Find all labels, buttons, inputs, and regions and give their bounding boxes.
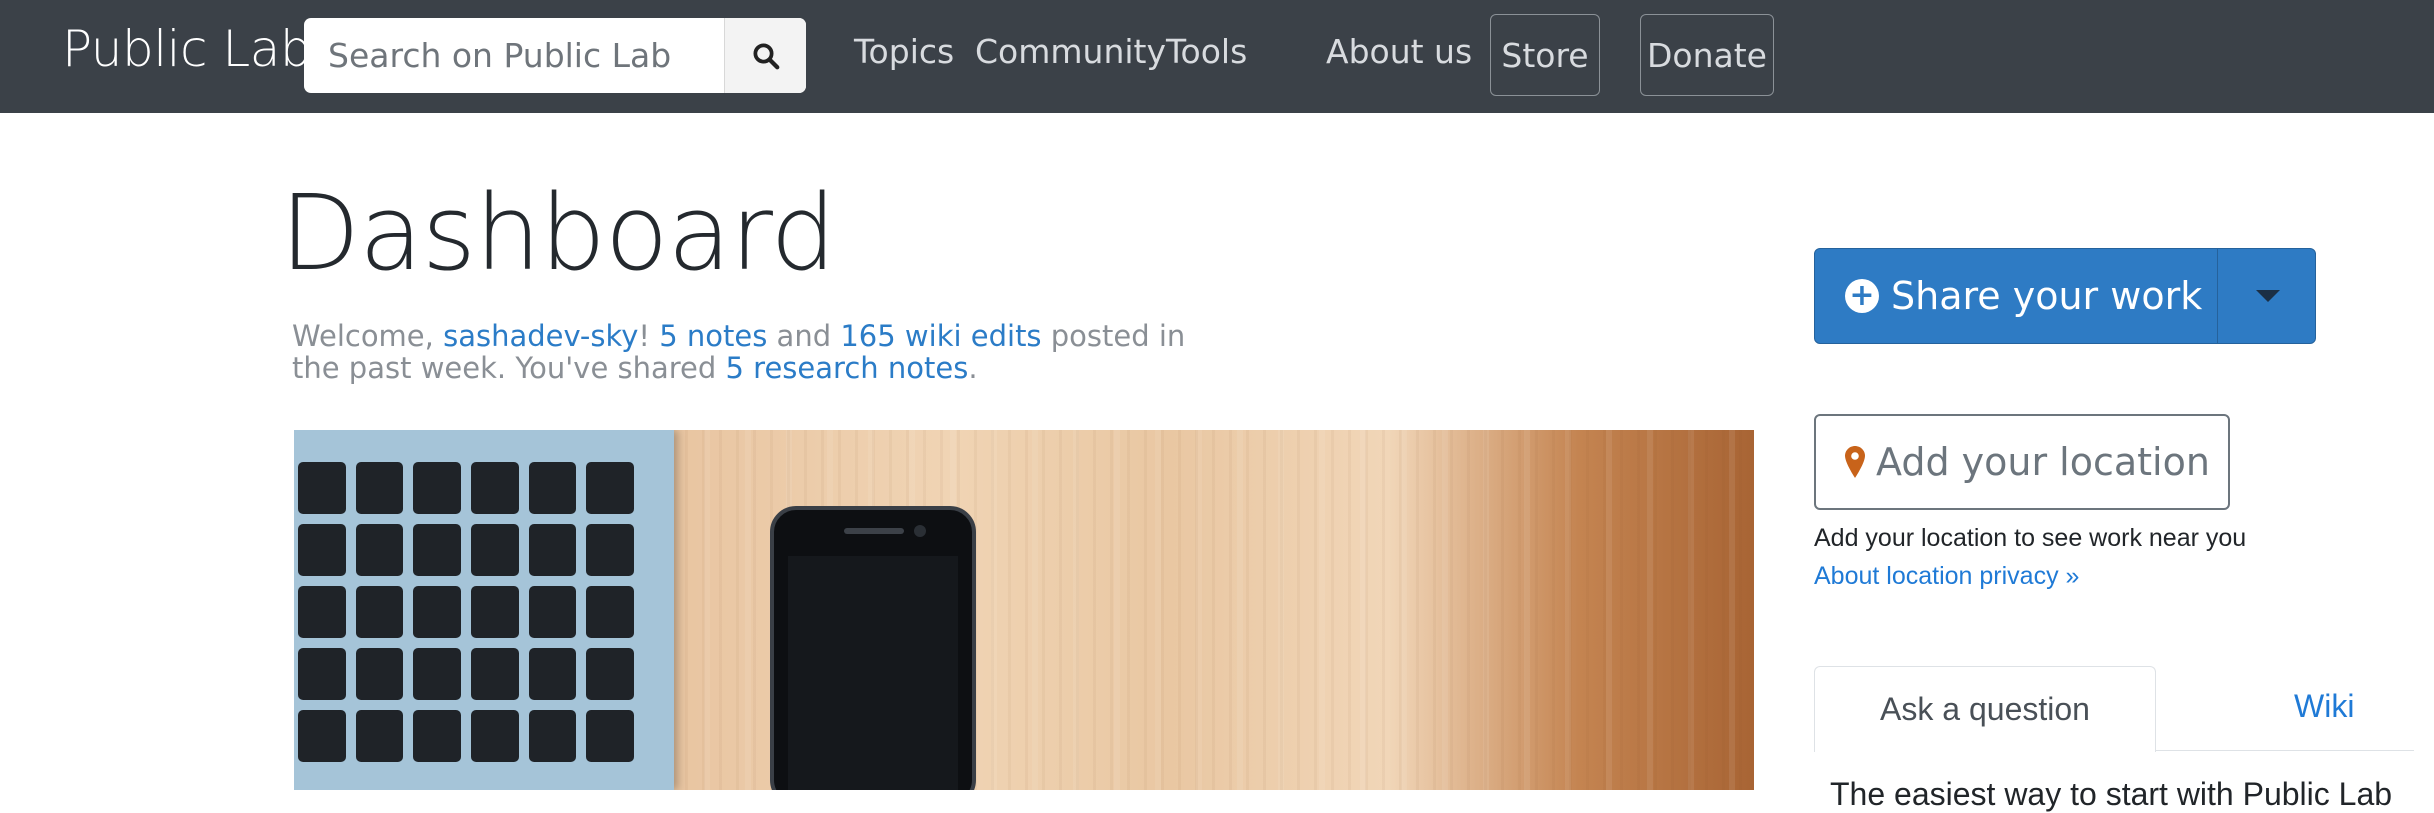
nav-link-tools[interactable]: Tools bbox=[1166, 32, 1247, 71]
search-icon bbox=[753, 43, 780, 69]
map-marker-icon bbox=[1845, 446, 1865, 478]
page-title: Dashboard bbox=[280, 172, 836, 294]
wiki-edits-link[interactable]: 165 wiki edits bbox=[840, 319, 1041, 353]
search-input[interactable] bbox=[304, 18, 724, 93]
tab-content-text: The easiest way to start with Public Lab bbox=[1830, 776, 2393, 812]
add-location-label: Add your location bbox=[1876, 440, 2210, 484]
nav-link-community[interactable]: Community bbox=[975, 32, 1166, 71]
share-dropdown-toggle[interactable] bbox=[2217, 249, 2315, 343]
location-privacy-link[interactable]: About location privacy » bbox=[1814, 562, 2079, 591]
share-work-button-group: + Share your work bbox=[1814, 248, 2316, 344]
share-work-label: Share your work bbox=[1891, 274, 2203, 318]
hero-image bbox=[294, 430, 1754, 790]
phone-illustration bbox=[770, 506, 976, 790]
store-button[interactable]: Store bbox=[1490, 14, 1600, 96]
donate-button[interactable]: Donate bbox=[1640, 14, 1774, 96]
welcome-message: Welcome, sashadev-sky! 5 notes and 165 w… bbox=[292, 320, 1232, 384]
brand-logo[interactable]: Public Lab bbox=[62, 20, 312, 78]
welcome-end: . bbox=[968, 351, 978, 385]
tab-ask-question[interactable]: Ask a question bbox=[1814, 666, 2156, 752]
nav-link-topics[interactable]: Topics bbox=[854, 32, 954, 71]
tab-wiki[interactable]: Wiki bbox=[2294, 688, 2354, 725]
top-navbar: Public Lab Topics Community Tools About … bbox=[0, 0, 2434, 113]
location-help-text: Add your location to see work near you bbox=[1814, 524, 2247, 552]
welcome-separator: ! bbox=[638, 319, 660, 353]
sidebar-tabs: Ask a question Wiki bbox=[1814, 666, 2414, 752]
keyboard-keys bbox=[294, 462, 634, 762]
share-work-button[interactable]: + Share your work bbox=[1815, 249, 2217, 343]
plus-circle-icon: + bbox=[1845, 279, 1879, 313]
nav-link-about-us[interactable]: About us bbox=[1326, 32, 1472, 71]
search-button[interactable] bbox=[724, 18, 806, 93]
notes-link[interactable]: 5 notes bbox=[659, 319, 767, 353]
username-link[interactable]: sashadev-sky bbox=[443, 319, 638, 353]
add-location-button[interactable]: Add your location bbox=[1814, 414, 2230, 510]
welcome-and: and bbox=[767, 319, 841, 353]
laptop-illustration bbox=[294, 430, 674, 790]
research-notes-link[interactable]: 5 research notes bbox=[726, 351, 969, 385]
search-form bbox=[304, 18, 806, 93]
welcome-prefix: Welcome, bbox=[292, 319, 444, 353]
caret-down-icon bbox=[2256, 290, 2280, 302]
